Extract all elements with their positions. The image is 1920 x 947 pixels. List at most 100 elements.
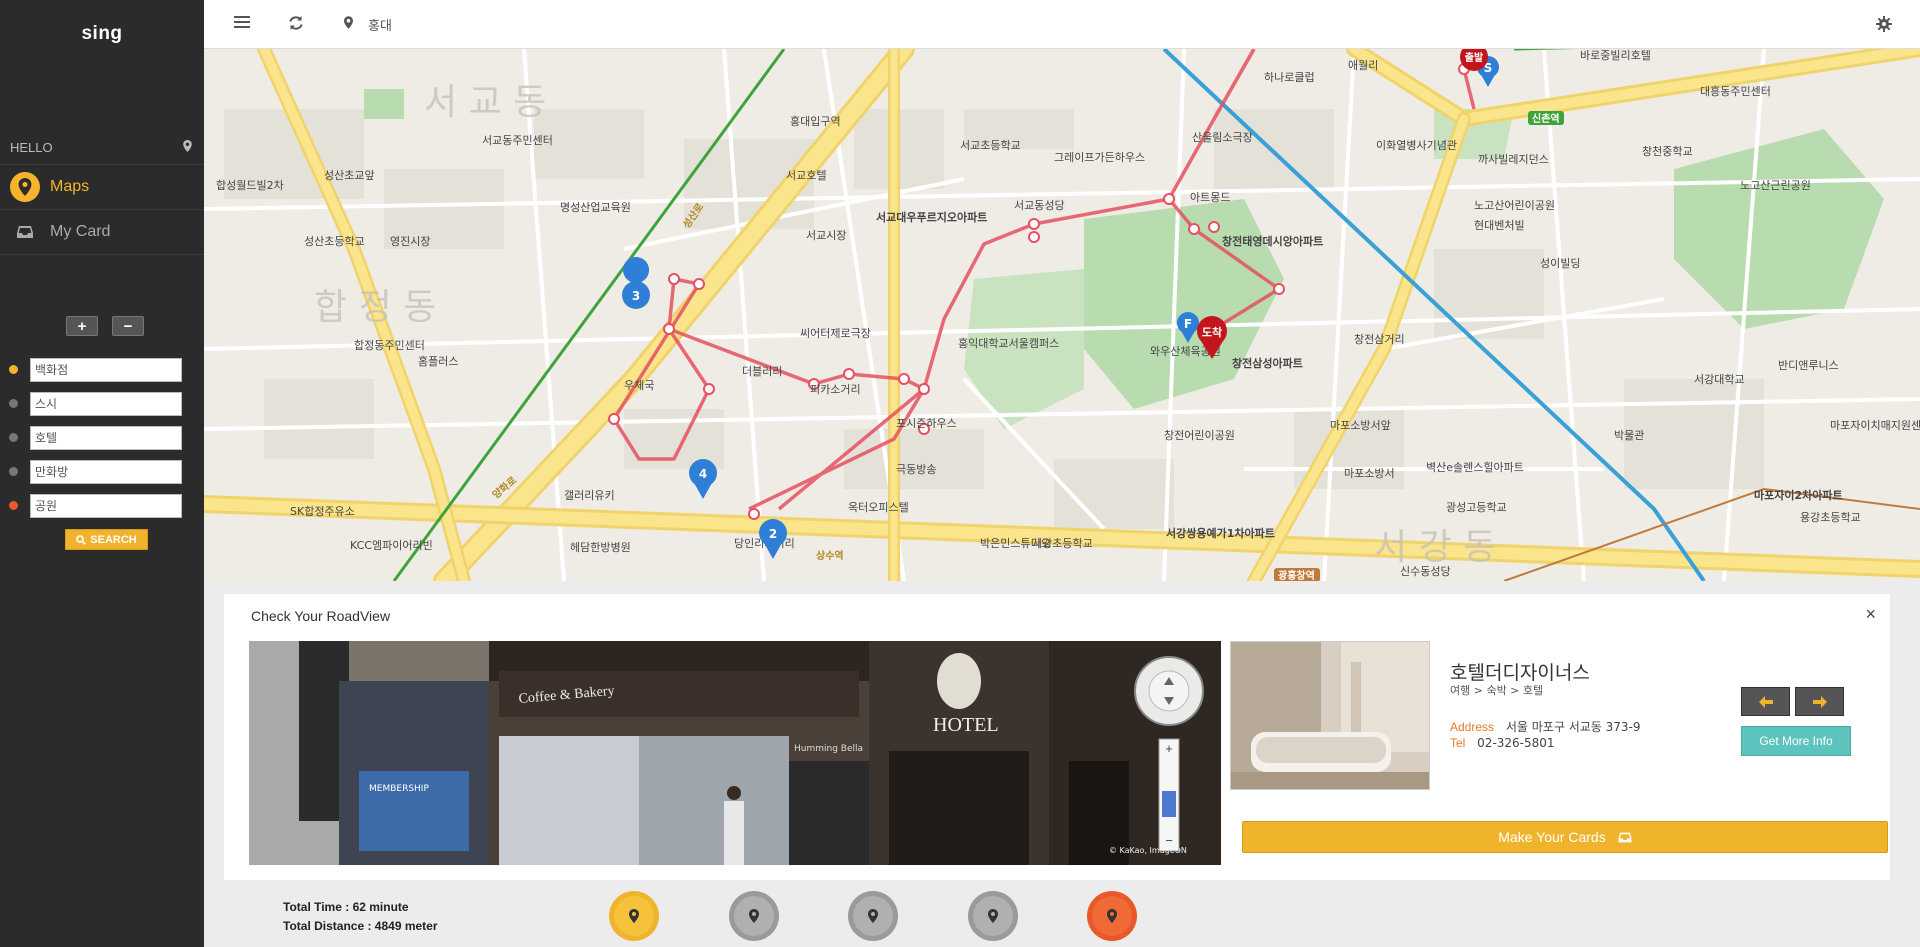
- map-pin-icon: [988, 909, 998, 923]
- svg-text:서교초등학교: 서교초등학교: [960, 139, 1021, 152]
- map-pin-icon: [749, 909, 759, 923]
- sidebar-item-label: My Card: [50, 223, 111, 240]
- svg-text:노고산근린공원: 노고산근린공원: [1740, 179, 1811, 192]
- svg-text:합성월드빌2차: 합성월드빌2차: [216, 179, 284, 192]
- sidebar-item-maps[interactable]: Maps: [0, 165, 204, 210]
- svg-text:씨어터제로극장: 씨어터제로극장: [800, 327, 871, 340]
- get-more-info-button[interactable]: Get More Info: [1741, 726, 1851, 756]
- place-thumbnail: [1230, 641, 1430, 790]
- category-circle-4[interactable]: [968, 891, 1018, 941]
- category-row: [9, 357, 182, 382]
- svg-text:창전삼성아파트: 창전삼성아파트: [1232, 356, 1303, 370]
- svg-text:홍익대학교서울캠퍼스: 홍익대학교서울캠퍼스: [958, 336, 1059, 350]
- category-circle-2[interactable]: [729, 891, 779, 941]
- svg-text:서교동성당: 서교동성당: [1014, 199, 1065, 212]
- svg-text:까사빌레지던스: 까사빌레지던스: [1478, 153, 1549, 166]
- make-cards-label: Make Your Cards: [1498, 829, 1606, 845]
- sidebar: sing HELLO Maps My Card + − 백화점 스시 호텔 만화…: [0, 0, 204, 947]
- route-map[interactable]: 서 교 동 합 정 동 서 강 동 서교동주민센터 성산초교앞 합성월드빌2차 …: [204, 49, 1920, 581]
- svg-text:합정동주민센터: 합정동주민센터: [354, 339, 425, 352]
- inbox-icon: [1618, 832, 1632, 842]
- category-input[interactable]: [30, 357, 182, 382]
- svg-text:박물관: 박물관: [1614, 429, 1644, 442]
- zoom-in-icon: +: [1165, 741, 1173, 756]
- add-category-button[interactable]: +: [66, 316, 98, 336]
- zoom-out-icon: −: [1165, 833, 1173, 848]
- brand-logo[interactable]: sing: [0, 0, 204, 68]
- roadview-image[interactable]: MEMBERSHIP Coffee & Bakery Humming Bella…: [249, 641, 1221, 865]
- svg-text:창천중학교: 창천중학교: [1642, 144, 1693, 158]
- current-location: 홍대: [368, 19, 392, 34]
- svg-text:우체국: 우체국: [624, 379, 654, 392]
- remove-category-button[interactable]: −: [112, 316, 144, 336]
- svg-text:반디앤루니스: 반디앤루니스: [1778, 359, 1839, 372]
- svg-text:산울림소극장: 산울림소극장: [1192, 131, 1253, 144]
- category-input[interactable]: [30, 425, 182, 450]
- category-circle-1[interactable]: [609, 891, 659, 941]
- svg-text:대흥동주민센터: 대흥동주민센터: [1700, 84, 1771, 98]
- refresh-icon[interactable]: [288, 15, 304, 36]
- svg-text:피카소거리: 피카소거리: [810, 383, 861, 396]
- search-icon: [76, 534, 87, 545]
- category-list: [9, 357, 182, 527]
- svg-text:옥터오피스텔: 옥터오피스텔: [848, 501, 909, 514]
- total-distance: Total Distance : 4849 meter: [283, 919, 438, 933]
- svg-text:서교시장: 서교시장: [806, 229, 846, 242]
- svg-text:성산초교앞: 성산초교앞: [324, 169, 375, 182]
- category-row: [9, 425, 182, 450]
- place-name: 호텔더디자이너스: [1450, 662, 1590, 684]
- svg-text:광흥창역: 광흥창역: [1278, 569, 1315, 581]
- category-dot: [9, 467, 18, 476]
- svg-text:창전어린이공원: 창전어린이공원: [1164, 429, 1235, 442]
- location-pin-icon: [344, 16, 353, 34]
- sidebar-item-label: Maps: [50, 178, 90, 195]
- svg-text:서교동주민센터: 서교동주민센터: [482, 134, 553, 147]
- hamburger-icon[interactable]: [234, 15, 250, 34]
- category-input[interactable]: [30, 459, 182, 484]
- make-your-cards-button[interactable]: Make Your Cards: [1242, 821, 1888, 853]
- gear-icon[interactable]: [1876, 16, 1892, 37]
- search-button[interactable]: SEARCH: [65, 529, 148, 550]
- svg-text:2: 2: [769, 527, 777, 541]
- total-time: Total Time : 62 minute: [283, 900, 409, 914]
- svg-text:이화열병사기념관: 이화열병사기념관: [1376, 139, 1457, 152]
- svg-text:서교대우푸르지오아파트: 서교대우푸르지오아파트: [876, 210, 987, 224]
- next-button[interactable]: [1795, 687, 1844, 716]
- district-label: 서 강 동: [1374, 527, 1496, 568]
- svg-text:하나로클럽: 하나로클럽: [1264, 70, 1315, 84]
- sidebar-item-my-card[interactable]: My Card: [0, 210, 204, 255]
- address-label: Address: [1450, 720, 1495, 734]
- svg-text:성산초등학교: 성산초등학교: [304, 235, 365, 248]
- route-totals: Total Time : 62 minute Total Distance : …: [283, 898, 438, 936]
- svg-text:마포소방서앞: 마포소방서앞: [1330, 419, 1391, 432]
- category-controls: + −: [66, 316, 144, 336]
- category-circle-5[interactable]: [1087, 891, 1137, 941]
- close-button[interactable]: ×: [1865, 604, 1876, 625]
- category-dot: [9, 433, 18, 442]
- svg-text:벽산e솔렌스힐아파트: 벽산e솔렌스힐아파트: [1426, 461, 1524, 474]
- svg-text:홈플러스: 홈플러스: [418, 354, 458, 368]
- svg-text:바로중빌리호텔: 바로중빌리호텔: [1580, 49, 1651, 62]
- prev-button[interactable]: [1741, 687, 1790, 716]
- svg-text:극동방송: 극동방송: [896, 463, 936, 476]
- category-input[interactable]: [30, 493, 182, 518]
- category-input[interactable]: [30, 391, 182, 416]
- svg-text:마포소방서: 마포소방서: [1344, 467, 1395, 480]
- category-circle-3[interactable]: [848, 891, 898, 941]
- svg-text:포시즌하우스: 포시즌하우스: [896, 416, 957, 430]
- svg-text:4: 4: [699, 467, 707, 481]
- svg-text:영진시장: 영진시장: [390, 235, 430, 248]
- svg-text:그레이프가든하우스: 그레이프가든하우스: [1054, 150, 1145, 164]
- map-pin-icon: [868, 909, 878, 923]
- svg-text:더블러리: 더블러리: [742, 365, 782, 378]
- svg-text:도착: 도착: [1202, 325, 1222, 339]
- svg-text:신촌역: 신촌역: [1532, 112, 1560, 125]
- district-label: 합 정 동: [314, 287, 436, 328]
- sidebar-nav: Maps My Card: [0, 165, 204, 255]
- inbox-icon: [10, 217, 40, 247]
- panel-title: Check Your RoadView: [251, 608, 391, 624]
- place-address: Address 서울 마포구 서교동 373-9: [1450, 718, 1641, 735]
- map-canvas: 서 교 동 합 정 동 서 강 동 서교동주민센터 성산초교앞 합성월드빌2차 …: [204, 49, 1920, 581]
- svg-text:창전삼거리: 창전삼거리: [1354, 333, 1405, 346]
- map-marker-icon[interactable]: [183, 139, 192, 155]
